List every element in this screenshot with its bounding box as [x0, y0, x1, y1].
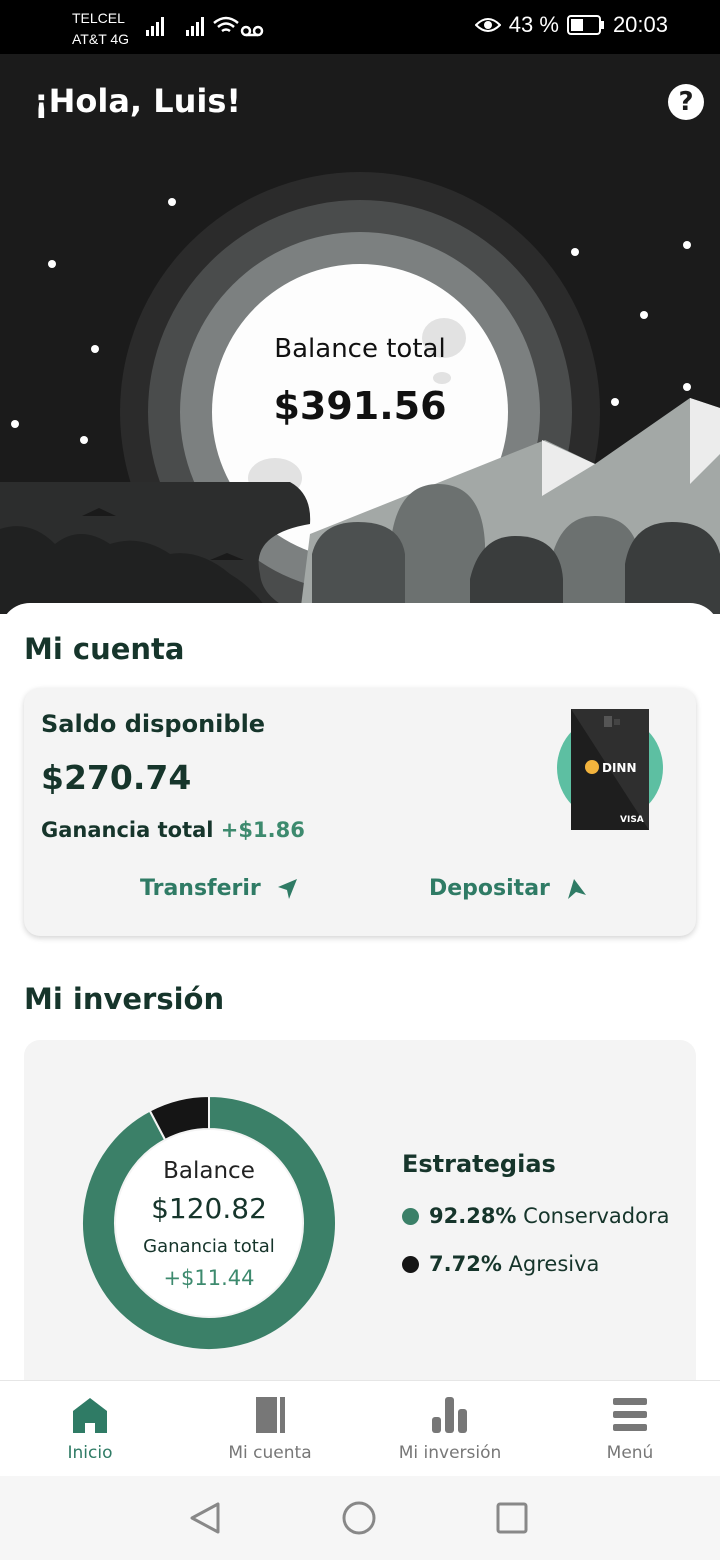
investment-balance-label: Balance [163, 1158, 255, 1184]
nav-item-inicio[interactable]: Inicio [0, 1381, 180, 1477]
menu-icon [613, 1398, 647, 1431]
total-balance-value: $391.56 [273, 384, 447, 428]
nav-item-mi-inversion[interactable]: Mi inversión [360, 1381, 540, 1477]
strategy-color-dot [402, 1207, 419, 1225]
total-balance-label: Balance total [274, 334, 446, 364]
card-network: VISA [620, 815, 644, 825]
eye-comfort-icon [474, 18, 501, 32]
nav-label: Mi inversión [398, 1443, 502, 1463]
strategy-color-dot [402, 1255, 419, 1273]
help-button[interactable]: ? [668, 84, 704, 120]
signal-wifi-icons [146, 16, 264, 37]
carrier-name-2: AT&T 4G [72, 31, 130, 47]
investment-section-title: Mi inversión [24, 982, 225, 1016]
account-gain-value: +$1.86 [220, 818, 305, 842]
debit-card-image: DINN VISA [554, 706, 666, 836]
status-right: 43 % 20:03 [474, 12, 668, 38]
card-brand: DINN [602, 761, 637, 775]
home-circle-icon[interactable] [341, 1500, 377, 1536]
bar-chart-icon [432, 1397, 467, 1433]
card-illustration: DINN VISA [557, 709, 663, 830]
send-arrow-icon [277, 878, 297, 899]
hero-banner: ¡Hola, Luis! ? Balance total $391.56 [0, 54, 720, 614]
recents-icon[interactable] [494, 1500, 530, 1536]
account-card[interactable]: Saldo disponible $270.74 Ganancia total … [24, 688, 696, 936]
strategy-name: Conservadora [523, 1204, 670, 1228]
deposit-label: Depositar [429, 876, 550, 901]
back-icon[interactable] [188, 1500, 224, 1536]
deposit-arrow-icon [567, 878, 586, 899]
strategy-aggressive: 7.72% Agresiva [402, 1252, 599, 1276]
nav-label: Mi cuenta [228, 1443, 312, 1463]
strategy-percent: 92.28% [429, 1204, 517, 1228]
strategy-name: Agresiva [508, 1252, 600, 1276]
book-icon [256, 1397, 285, 1433]
deposit-button[interactable]: Depositar [429, 876, 588, 901]
battery-icon [566, 15, 604, 35]
investment-gain-label: Ganancia total [143, 1236, 275, 1257]
transfer-label: Transferir [140, 876, 261, 901]
account-gain: Ganancia total +$1.86 [41, 818, 305, 842]
home-icon [73, 1398, 107, 1433]
greeting-title: ¡Hola, Luis! [34, 82, 241, 120]
bottom-navigation: Inicio Mi cuenta Mi inversión Menú [0, 1380, 720, 1476]
transfer-button[interactable]: Transferir [140, 876, 299, 901]
status-bar: TELCEL AT&T 4G 43 % 20:03 [0, 0, 720, 54]
available-balance-amount: $270.74 [41, 758, 192, 797]
investment-gain-value: +$11.44 [163, 1266, 255, 1290]
system-navigation-bar [0, 1476, 720, 1560]
carrier-name-1: TELCEL [72, 10, 125, 26]
nav-item-mi-cuenta[interactable]: Mi cuenta [180, 1381, 360, 1477]
nav-label: Inicio [67, 1443, 113, 1463]
account-gain-label: Ganancia total [41, 818, 214, 842]
strategy-conservative: 92.28% Conservadora [402, 1204, 669, 1228]
strategy-percent: 7.72% [429, 1252, 502, 1276]
nav-label: Menú [606, 1443, 654, 1463]
available-balance-label: Saldo disponible [41, 710, 266, 738]
carrier-info: TELCEL AT&T 4G [72, 8, 129, 50]
investment-balance-value: $120.82 [151, 1192, 267, 1225]
battery-percent: 43 % [508, 12, 559, 37]
investment-card[interactable]: Balance $120.82 Ganancia total +$11.44 E… [24, 1040, 696, 1400]
account-section-title: Mi cuenta [24, 632, 185, 666]
nav-item-menu[interactable]: Menú [540, 1381, 720, 1477]
strategies-title: Estrategias [402, 1150, 556, 1178]
clock: 20:03 [612, 12, 668, 37]
